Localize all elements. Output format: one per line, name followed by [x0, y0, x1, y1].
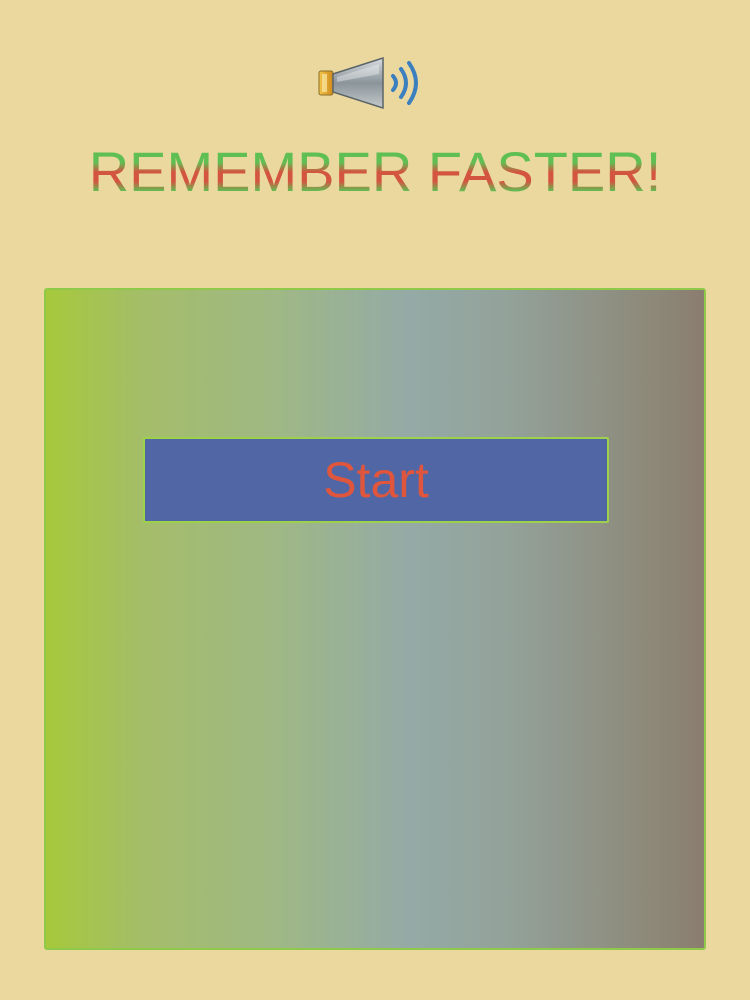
start-button[interactable]: Start [143, 437, 609, 523]
game-title: REMEMBER FASTER! [0, 138, 750, 206]
game-board [44, 288, 706, 950]
speaker-sound-on-icon [313, 52, 437, 114]
sound-toggle-button[interactable] [313, 52, 437, 114]
start-button-label: Start [323, 452, 429, 508]
